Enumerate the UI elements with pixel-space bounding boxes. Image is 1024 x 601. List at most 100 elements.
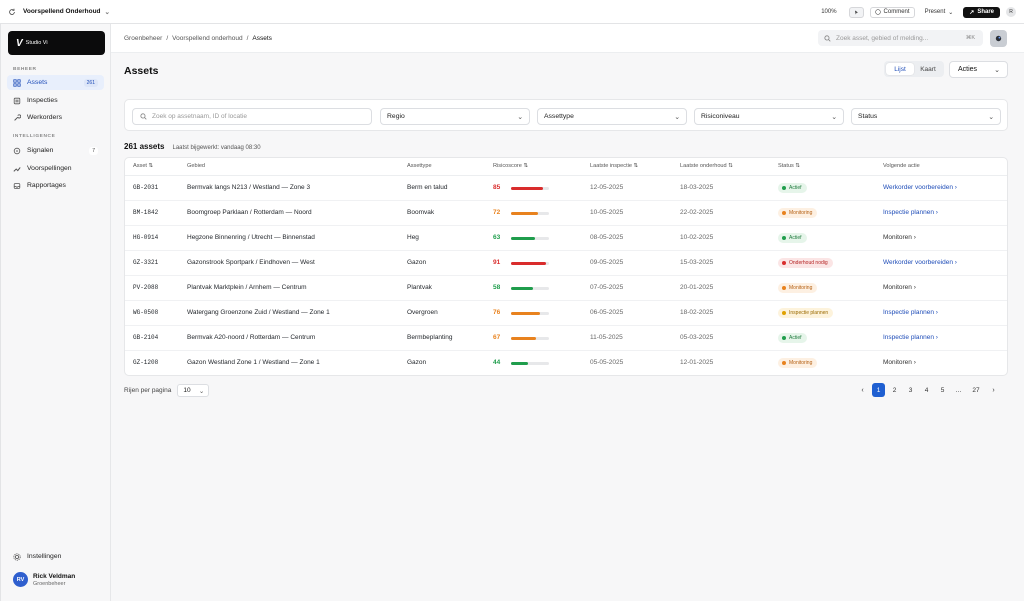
status-label: Monitoring <box>789 285 813 291</box>
status-badge: Onderhoud nodig <box>778 258 833 268</box>
section-label-intelligence: INTELLIGENCE <box>13 134 56 139</box>
asset-area: Bermvak langs N213 / Westland — Zone 3 <box>187 184 311 191</box>
next-action-link[interactable]: Monitoren › <box>883 359 916 366</box>
asset-type-select[interactable]: Assettype ⌄ <box>537 108 687 125</box>
comment-button[interactable]: Comment <box>869 6 915 18</box>
sidebar-item-inspecties[interactable]: Inspecties <box>7 93 104 108</box>
asset-id[interactable]: PV-2088 <box>133 284 158 291</box>
avatar[interactable]: R <box>1006 7 1016 17</box>
next-action-link[interactable]: Inspectie plannen › <box>883 334 938 341</box>
column-header-risicoscore[interactable]: Risicoscore ⇅ <box>493 163 528 169</box>
share-button[interactable]: ↗ Share <box>963 6 1000 18</box>
page-1-button[interactable]: 1 <box>872 383 885 397</box>
table-row[interactable]: GB-2104 Bermvak A20-noord / Rotterdam — C… <box>125 326 1007 351</box>
column-header-asset[interactable]: Asset ⇅ <box>133 163 153 169</box>
actions-dropdown[interactable]: Acties ⌄ <box>949 61 1008 78</box>
risk-level-select[interactable]: Risiconiveau ⌄ <box>694 108 844 125</box>
asset-id[interactable]: GZ-3321 <box>133 259 158 266</box>
column-header-status[interactable]: Status ⇅ <box>778 163 800 169</box>
pagination: ‹ 1 2 3 4 5 … 27 › <box>856 383 1000 397</box>
table-row[interactable]: GB-2031 Bermvak langs N213 / Westland — Z… <box>125 176 1007 201</box>
asset-id[interactable]: GB-2031 <box>133 184 158 191</box>
rows-per-page-select[interactable]: 10 ⌄ <box>177 384 210 397</box>
column-header-laatste-inspectie[interactable]: Laatste inspectie ⇅ <box>590 163 638 169</box>
present-button[interactable]: Present ⌄ <box>921 9 958 16</box>
asset-id[interactable]: BM-1842 <box>133 209 158 216</box>
risk-score-bar-fill <box>511 212 539 215</box>
risk-score-bar-fill <box>511 262 546 265</box>
column-header-gebied[interactable]: Gebied <box>187 163 205 169</box>
view-list-tab[interactable]: Lijst <box>886 63 914 75</box>
sidebar-item-signalen[interactable]: Signalen 7 <box>7 143 104 158</box>
last-maintenance-date: 22-02-2025 <box>680 209 714 216</box>
asset-id[interactable]: GB-2104 <box>133 334 158 341</box>
table-row[interactable]: BM-1842 Boomgroep Parklaan / Rotterdam — … <box>125 201 1007 226</box>
asset-id[interactable]: WG-0508 <box>133 309 158 316</box>
trend-icon <box>13 165 21 173</box>
next-action-link[interactable]: Inspectie plannen › <box>883 209 938 216</box>
table-row[interactable]: GZ-1208 Gazon Westland Zone 1 / Westland … <box>125 351 1007 375</box>
page-title: Assets <box>124 65 159 77</box>
user-name: Rick Veldman <box>33 572 76 580</box>
page-3-button[interactable]: 3 <box>904 383 917 397</box>
sidebar-item-werkorders[interactable]: Werkorders <box>7 110 104 125</box>
risk-score-bar <box>511 187 549 190</box>
asset-type: Overgroen <box>407 309 438 316</box>
next-page-button[interactable]: › <box>987 383 1000 397</box>
table-row[interactable]: WG-0508 Watergang Groenzone Zuid / Westla… <box>125 301 1007 326</box>
page-4-button[interactable]: 4 <box>920 383 933 397</box>
table-row[interactable]: HG-0914 Hegzone Binnenring / Utrecht — Bi… <box>125 226 1007 251</box>
page-2-button[interactable]: 2 <box>888 383 901 397</box>
breadcrumb-groenbeheer[interactable]: Groenbeheer <box>124 35 162 42</box>
prev-page-button[interactable]: ‹ <box>856 383 869 397</box>
column-header-laatste-onderhoud[interactable]: Laatste onderhoud ⇅ <box>680 163 733 169</box>
assistant-button[interactable] <box>990 30 1007 47</box>
assistant-icon <box>995 35 1002 42</box>
view-toggle: Lijst Kaart <box>884 61 944 77</box>
risk-score-bar-fill <box>511 337 537 340</box>
sidebar-item-voorspellingen[interactable]: Voorspellingen <box>7 161 104 176</box>
app-topbar: Voorspellend Onderhoud ⌄ 100% Comment Pr… <box>0 0 1024 24</box>
clipboard-icon <box>13 97 21 105</box>
view-map-tab[interactable]: Kaart <box>914 63 942 75</box>
asset-area: Boomgroep Parklaan / Rotterdam — Noord <box>187 209 312 216</box>
table-row[interactable]: GZ-3321 Gazonstrook Sportpark / Eindhoven… <box>125 251 1007 276</box>
status-label: Actief <box>789 335 802 341</box>
sidebar-item-rapportages[interactable]: Rapportages <box>7 178 104 193</box>
next-action-link[interactable]: Werkorder voorbereiden › <box>883 259 957 266</box>
document-title-menu[interactable]: Voorspellend Onderhoud ⌄ <box>8 8 110 16</box>
global-search-input[interactable]: Zoek asset, gebied of melding... ⌘K <box>818 30 983 46</box>
risk-score: 72 <box>493 209 501 216</box>
last-inspection-date: 12-05-2025 <box>590 184 624 191</box>
page-5-button[interactable]: 5 <box>936 383 949 397</box>
asset-search-input[interactable]: Zoek op assetnaam, ID of locatie <box>132 108 372 125</box>
column-header-volgende-actie: Volgende actie <box>883 163 920 169</box>
table-row[interactable]: PV-2088 Plantvak Marktplein / Arnhem — Ce… <box>125 276 1007 301</box>
last-inspection-date: 07-05-2025 <box>590 284 624 291</box>
next-action-link[interactable]: Monitoren › <box>883 284 916 291</box>
asset-id[interactable]: GZ-1208 <box>133 359 158 366</box>
sidebar-item-instellingen[interactable]: Instellingen <box>7 549 104 564</box>
cursor-tool-button[interactable] <box>848 6 864 18</box>
breadcrumb-voorspellend-onderhoud[interactable]: Voorspellend onderhoud <box>172 35 242 42</box>
zoom-level[interactable]: 100% <box>821 9 836 15</box>
status-dot-icon <box>782 211 786 215</box>
region-select[interactable]: Regio ⌄ <box>380 108 530 125</box>
studio-logo[interactable]: V Studio Vi <box>8 31 105 55</box>
next-action-link[interactable]: Werkorder voorbereiden › <box>883 184 957 191</box>
sidebar-item-label: Signalen <box>27 147 54 154</box>
asset-type: Gazon <box>407 359 427 366</box>
column-header-assettype[interactable]: Assettype <box>407 163 432 169</box>
result-summary: 261 assets Laatst bijgewerkt: vandaag 08… <box>124 142 261 151</box>
next-action-link[interactable]: Inspectie plannen › <box>883 309 938 316</box>
risk-score: 91 <box>493 259 501 266</box>
asset-id[interactable]: HG-0914 <box>133 234 158 241</box>
sidebar-item-assets[interactable]: Assets 261 <box>7 75 104 90</box>
next-action-link[interactable]: Monitoren › <box>883 234 916 241</box>
user-profile[interactable]: RV Rick Veldman Groenbeheer <box>13 572 75 587</box>
risk-score-bar <box>511 237 549 240</box>
refresh-icon <box>9 8 15 15</box>
last-maintenance-date: 18-03-2025 <box>680 184 714 191</box>
page-27-button[interactable]: 27 <box>968 383 984 397</box>
status-select[interactable]: Status ⌄ <box>851 108 1001 125</box>
